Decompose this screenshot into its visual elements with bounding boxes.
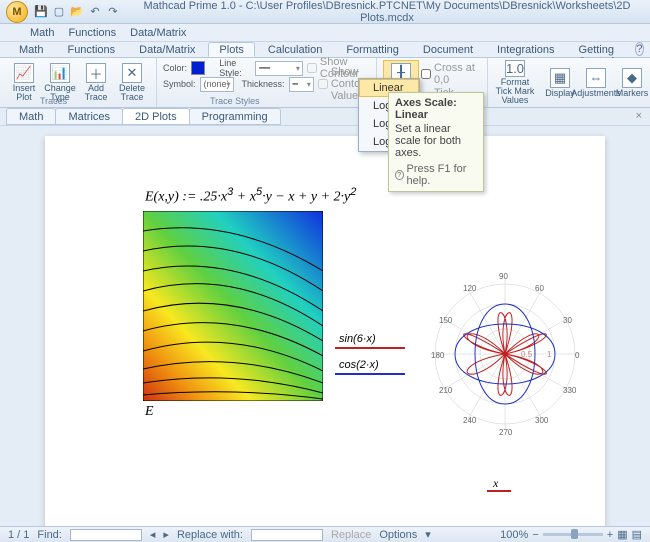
polar-r-05: 0.5 xyxy=(521,350,532,359)
ribbon-tab-integrations[interactable]: Integrations xyxy=(486,42,565,57)
app-button[interactable]: M xyxy=(6,1,28,23)
polar-tick-180: 180 xyxy=(431,351,444,360)
replace-input[interactable] xyxy=(251,529,323,541)
menu-datamatrix[interactable]: Data/Matrix xyxy=(130,27,186,39)
replace-button[interactable]: Replace xyxy=(331,529,371,541)
undo-icon[interactable]: ↶ xyxy=(88,5,102,19)
menu-math[interactable]: Math xyxy=(30,27,54,39)
ws-tab-matrices[interactable]: Matrices xyxy=(55,108,123,125)
format-tick-button[interactable]: 1.0Format Tick Mark Values xyxy=(488,58,542,107)
polar-tick-90: 90 xyxy=(499,272,508,281)
polar-tick-0: 0 xyxy=(575,351,579,360)
find-input[interactable] xyxy=(70,529,142,541)
new-icon[interactable]: ▢ xyxy=(52,5,66,19)
markers-button[interactable]: ◆Markers xyxy=(614,58,650,107)
ribbon-tab-formatting[interactable]: Formatting xyxy=(335,42,410,57)
display-button[interactable]: ▦Display xyxy=(542,58,578,107)
polar-tick-30: 30 xyxy=(563,316,572,325)
ribbon-tab-math[interactable]: Math xyxy=(8,42,54,57)
ribbon-tab-document[interactable]: Document xyxy=(412,42,484,57)
ribbon-tab-calculation[interactable]: Calculation xyxy=(257,42,333,57)
polar-plot[interactable] xyxy=(425,274,585,434)
thickness-label: Thickness: xyxy=(242,79,285,89)
insert-plot-button[interactable]: 📈Insert Plot xyxy=(6,60,42,105)
page-indicator: 1 / 1 xyxy=(8,529,29,541)
polar-tick-60: 60 xyxy=(535,284,544,293)
polar-tick-120: 120 xyxy=(463,284,476,293)
group-traces: Traces xyxy=(40,96,67,106)
adjustments-button[interactable]: ⇔Adjustments xyxy=(578,58,614,107)
ws-tab-2dplots[interactable]: 2D Plots xyxy=(122,108,190,125)
polar-tick-270: 270 xyxy=(499,428,512,437)
ribbon-tab-plots[interactable]: Plots xyxy=(208,42,254,57)
color-swatch[interactable] xyxy=(191,61,205,75)
polar-r-1: 1 xyxy=(547,350,551,359)
color-label: Color: xyxy=(163,63,187,73)
cross-check[interactable]: Cross at 0,0 xyxy=(421,62,479,86)
polar-tick-300: 300 xyxy=(535,416,548,425)
trace-sin: sin(6·x) xyxy=(335,331,405,349)
find-prev-icon[interactable]: ◂ xyxy=(150,528,156,541)
polar-tick-210: 210 xyxy=(439,386,452,395)
x-axis-label: x xyxy=(493,476,498,491)
zoom-in-icon[interactable]: + xyxy=(607,529,613,541)
zoom-out-icon[interactable]: − xyxy=(532,529,538,541)
save-icon[interactable]: 💾 xyxy=(34,5,48,19)
scale-tooltip: Axes Scale: Linear Set a linear scale fo… xyxy=(388,92,484,192)
formula-E[interactable]: E(x,y) := .25·x3 + x5·y − x + y + 2·y2 xyxy=(145,186,356,206)
polar-tick-150: 150 xyxy=(439,316,452,325)
window-title: Mathcad Prime 1.0 - C:\User Profiles\DBr… xyxy=(130,0,644,24)
trace-cos: cos(2·x) xyxy=(335,357,405,375)
view-mode-1-icon[interactable]: ▦ xyxy=(617,528,627,541)
zoom-slider[interactable] xyxy=(543,533,603,536)
add-trace-button[interactable]: ＋Add Trace xyxy=(78,60,114,105)
polar-tick-330: 330 xyxy=(563,386,576,395)
options-button[interactable]: Options xyxy=(379,529,417,541)
help-icon[interactable]: ? xyxy=(635,42,644,56)
ws-close-icon[interactable]: × xyxy=(636,110,642,122)
ribbon-tab-datamatrix[interactable]: Data/Matrix xyxy=(128,42,206,57)
linestyle-select[interactable]: ━━ xyxy=(255,61,303,76)
menu-bar: Math Functions Data/Matrix xyxy=(0,24,650,42)
contour-plot[interactable] xyxy=(143,211,323,401)
options-chevron-icon[interactable]: ▾ xyxy=(425,528,431,541)
group-tracestyles: Trace Styles xyxy=(210,96,260,106)
ribbon-tab-functions[interactable]: Functions xyxy=(56,42,126,57)
redo-icon[interactable]: ↷ xyxy=(106,5,120,19)
ws-tab-programming[interactable]: Programming xyxy=(189,108,281,125)
delete-trace-button[interactable]: ✕Delete Trace xyxy=(114,60,150,105)
trace-labels[interactable]: sin(6·x) cos(2·x) xyxy=(335,331,405,383)
symbol-select[interactable]: (none) xyxy=(200,77,234,92)
view-mode-2-icon[interactable]: ▤ xyxy=(632,528,642,541)
contour-label: E xyxy=(145,404,154,420)
zoom-value: 100% xyxy=(500,529,528,541)
ws-tab-math[interactable]: Math xyxy=(6,108,56,125)
thickness-select[interactable]: ━ xyxy=(289,77,314,92)
polar-tick-240: 240 xyxy=(463,416,476,425)
ribbon-tab-gettingstarted[interactable]: Getting Started xyxy=(568,42,633,57)
find-next-icon[interactable]: ▸ xyxy=(163,528,169,541)
x-axis-trace-indicator xyxy=(487,490,511,492)
symbol-label: Symbol: xyxy=(163,79,196,89)
worksheet-page[interactable]: E(x,y) := .25·x3 + x5·y − x + y + 2·y2 E… xyxy=(45,136,605,526)
linestyle-label: Line Style: xyxy=(219,58,251,78)
open-icon[interactable]: 📂 xyxy=(70,5,84,19)
menu-functions[interactable]: Functions xyxy=(68,27,116,39)
find-label: Find: xyxy=(37,529,61,541)
replace-label: Replace with: xyxy=(177,529,243,541)
